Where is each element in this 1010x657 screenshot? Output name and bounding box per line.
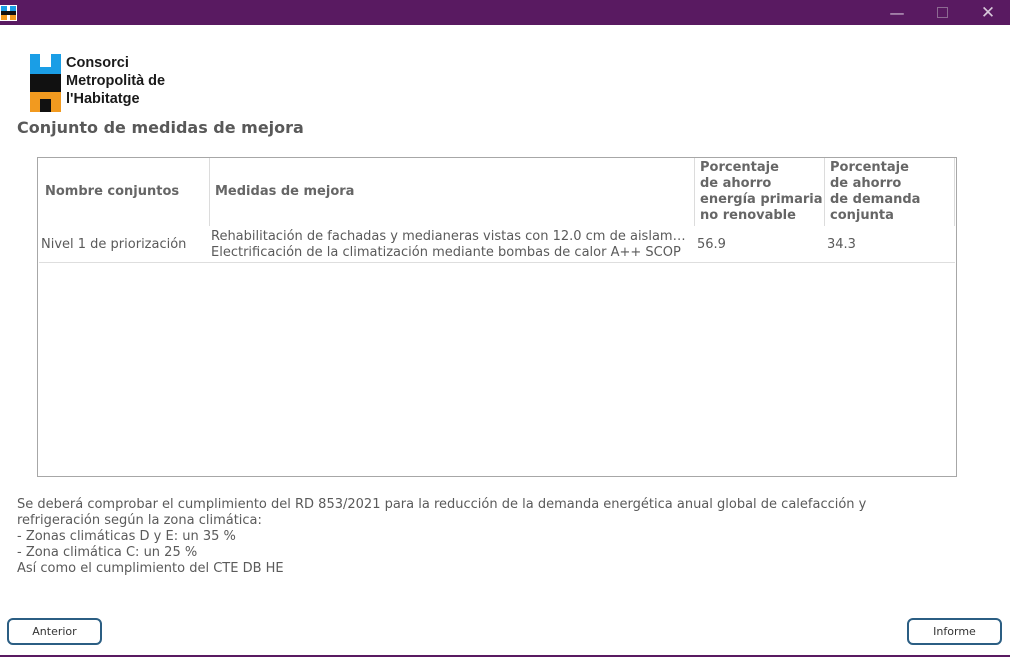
note-line: refrigeración según la zona climática: xyxy=(17,513,262,528)
header-demanda-line: de ahorro xyxy=(830,176,902,191)
cell-demanda: 34.3 xyxy=(827,237,856,252)
maximize-button[interactable] xyxy=(920,0,964,25)
company-logo: Consorci Metropolità de l'Habitatge xyxy=(30,54,180,114)
close-button[interactable]: ✕ xyxy=(966,0,1010,25)
medida-line: Rehabilitación de fachadas y medianeras … xyxy=(211,229,689,244)
logo-mark-icon xyxy=(30,54,61,112)
note-line: - Zona climática C: un 25 % xyxy=(17,545,198,560)
app-icon xyxy=(0,5,17,21)
cell-ahorro: 56.9 xyxy=(697,237,726,252)
logo-text: Consorci Metropolità de l'Habitatge xyxy=(66,54,165,108)
column-header-nombre[interactable]: Nombre conjuntos xyxy=(39,158,210,226)
header-ahorro-line: energía primaria xyxy=(700,192,823,207)
header-ahorro-line: de ahorro xyxy=(700,176,772,191)
table-row[interactable]: Nivel 1 de priorización Rehabilitación d… xyxy=(39,226,955,263)
page-title: Conjunto de medidas de mejora xyxy=(17,118,304,137)
window-titlebar: — ✕ xyxy=(0,0,1010,25)
header-ahorro-line: Porcentaje xyxy=(700,160,779,175)
medidas-table[interactable]: Nombre conjuntos Medidas de mejora Porce… xyxy=(37,157,957,477)
column-header-ahorro[interactable]: Porcentaje de ahorro energía primaria no… xyxy=(695,158,825,226)
compliance-note: Se deberá comprobar el cumplimiento del … xyxy=(17,497,977,577)
anterior-button[interactable]: Anterior xyxy=(7,618,102,645)
maximize-icon xyxy=(936,7,948,18)
minimize-button[interactable]: — xyxy=(875,0,919,25)
header-demanda-line: de demanda xyxy=(830,192,921,207)
note-line: - Zonas climáticas D y E: un 35 % xyxy=(17,529,236,544)
medida-line: Electrificación de la climatización medi… xyxy=(211,245,681,260)
column-header-demanda[interactable]: Porcentaje de ahorro de demanda conjunta xyxy=(825,158,955,226)
cell-medidas: Rehabilitación de fachadas y medianeras … xyxy=(211,229,689,261)
informe-button[interactable]: Informe xyxy=(907,618,1002,645)
header-demanda-line: Porcentaje xyxy=(830,160,909,175)
note-line: Se deberá comprobar el cumplimiento del … xyxy=(17,497,867,512)
cell-nombre: Nivel 1 de priorización xyxy=(41,237,187,252)
header-ahorro-line: no renovable xyxy=(700,208,796,223)
header-demanda-line: conjunta xyxy=(830,208,894,223)
note-line: Así como el cumplimiento del CTE DB HE xyxy=(17,561,284,576)
column-header-medidas[interactable]: Medidas de mejora xyxy=(210,158,695,226)
logo-line-3: l'Habitatge xyxy=(66,91,140,107)
logo-line-2: Metropolità de xyxy=(66,73,166,89)
logo-line-1: Consorci xyxy=(66,55,129,71)
